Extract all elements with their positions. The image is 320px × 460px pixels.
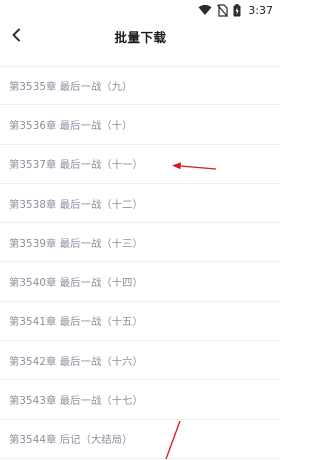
status-time: 3:37 — [248, 3, 273, 17]
chapter-label: 第3538章 最后一战（十二） — [9, 198, 143, 211]
chapter-label: 第3542章 最后一战（十六） — [9, 355, 143, 368]
chapter-label: 第3535章 最后一战（九） — [9, 80, 133, 93]
chapter-label: 第3543章 最后一战（十七） — [9, 395, 143, 408]
chapter-label: 第3539章 最后一战（十三） — [9, 237, 143, 250]
chapter-item[interactable]: 第3537章 最后一战（十一） — [0, 145, 281, 184]
chapter-label: 第3537章 最后一战（十一） — [9, 159, 143, 172]
nav-bar: 批量下载 — [0, 20, 281, 52]
chapter-item[interactable]: 第3541章 最后一战（十五） — [0, 302, 281, 342]
chapter-label: 第3540章 最后一战（十四） — [9, 277, 143, 290]
wifi-icon — [198, 4, 212, 16]
chapter-item[interactable]: 第3535章 最后一战（九） — [0, 66, 281, 106]
chapter-item[interactable]: 第3542章 最后一战（十六） — [0, 341, 281, 381]
chapter-item[interactable]: 第3538章 最后一战（十二） — [0, 184, 281, 224]
page-title: 批量下载 — [114, 30, 167, 45]
chapter-item[interactable]: 第3536章 最后一战（十） — [0, 105, 281, 145]
status-bar: 3:37 — [0, 0, 281, 20]
status-icons: 3:37 — [198, 2, 273, 18]
chapter-item[interactable]: 第3539章 最后一战（十三） — [0, 223, 281, 263]
chapter-item[interactable]: 第3540章 最后一战（十四） — [0, 262, 281, 302]
battery-icon — [233, 3, 241, 17]
chapter-item[interactable]: 第3543章 最后一战（十七） — [0, 380, 281, 420]
chapter-label: 第3536章 最后一战（十） — [9, 119, 133, 132]
chapter-label: 第3541章 最后一战（十五） — [9, 316, 143, 329]
no-sim-icon — [217, 3, 229, 17]
chapter-list: 第3535章 最后一战（九） 第3536章 最后一战（十） 第3537章 最后一… — [0, 66, 281, 459]
chapter-label: 第3544章 后记（大结局） — [9, 434, 133, 447]
chapter-item[interactable]: 第3544章 后记（大结局） — [0, 420, 281, 459]
